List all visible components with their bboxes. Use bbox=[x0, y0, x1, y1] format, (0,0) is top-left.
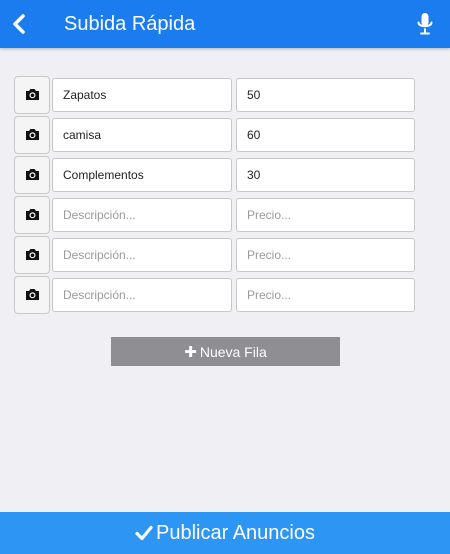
camera-icon bbox=[26, 169, 39, 180]
check-icon bbox=[135, 525, 153, 541]
price-input[interactable] bbox=[236, 158, 415, 192]
app-header: Subida Rápida bbox=[0, 0, 450, 48]
price-input[interactable] bbox=[236, 118, 415, 152]
price-input[interactable] bbox=[236, 78, 415, 112]
camera-icon bbox=[26, 209, 39, 220]
camera-icon bbox=[26, 89, 39, 100]
page-title: Subida Rápida bbox=[64, 13, 196, 35]
camera-button[interactable] bbox=[14, 276, 50, 314]
publish-ads-button[interactable]: Publicar Anuncios bbox=[0, 512, 450, 554]
camera-icon bbox=[26, 289, 39, 300]
description-input[interactable] bbox=[52, 238, 232, 272]
description-input[interactable] bbox=[52, 198, 232, 232]
camera-button[interactable] bbox=[14, 76, 50, 114]
camera-icon bbox=[26, 129, 39, 140]
camera-button[interactable] bbox=[14, 236, 50, 274]
microphone-button[interactable] bbox=[416, 12, 434, 36]
camera-icon bbox=[26, 249, 39, 260]
chevron-left-icon bbox=[13, 14, 25, 34]
description-input[interactable] bbox=[52, 278, 232, 312]
camera-button[interactable] bbox=[14, 196, 50, 234]
publish-ads-label: Publicar Anuncios bbox=[156, 521, 315, 544]
price-input[interactable] bbox=[236, 238, 415, 272]
camera-button[interactable] bbox=[14, 116, 50, 154]
plus-icon: ✚ bbox=[184, 343, 197, 361]
new-row-label: Nueva Fila bbox=[199, 343, 267, 360]
price-input[interactable] bbox=[236, 278, 415, 312]
back-button[interactable] bbox=[9, 11, 29, 37]
description-input[interactable] bbox=[52, 78, 232, 112]
microphone-icon bbox=[417, 13, 433, 35]
quick-upload-screen: Subida Rápida Zapatos 50 camisa 60 Compl… bbox=[0, 0, 450, 554]
description-input[interactable] bbox=[52, 158, 232, 192]
new-row-button[interactable]: ✚ Nueva Fila bbox=[111, 337, 340, 366]
camera-button[interactable] bbox=[14, 156, 50, 194]
description-input[interactable] bbox=[52, 118, 232, 152]
price-input[interactable] bbox=[236, 198, 415, 232]
